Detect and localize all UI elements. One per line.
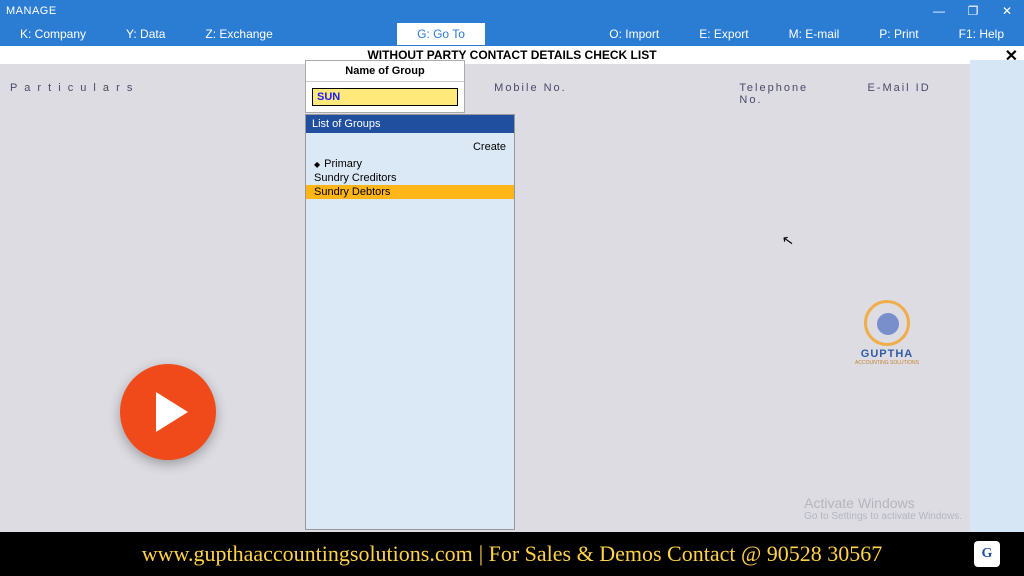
brand-tagline: ACCOUNTING SOLUTIONS — [852, 360, 922, 366]
create-group-link[interactable]: Create — [306, 133, 514, 157]
maximize-button[interactable]: ❐ — [956, 0, 990, 22]
activate-line1: Activate Windows — [804, 495, 962, 511]
window-close-button[interactable]: ✕ — [990, 0, 1024, 22]
group-item-sundry-creditors[interactable]: Sundry Creditors — [306, 171, 514, 185]
menu-goto[interactable]: G: Go To — [396, 22, 486, 46]
name-of-group-dialog: Name of Group SUN — [305, 60, 465, 113]
menu-data[interactable]: Y: Data — [106, 22, 185, 46]
banner-logo-icon: G — [974, 541, 1000, 567]
footer-banner: www.gupthaaccountingsolutions.com | For … — [0, 532, 1024, 576]
menu-company[interactable]: K: Company — [0, 22, 106, 46]
play-icon — [120, 364, 216, 460]
group-item-sundry-debtors[interactable]: Sundry Debtors — [306, 185, 514, 199]
report-title-bar: WITHOUT PARTY CONTACT DETAILS CHECK LIST… — [0, 46, 1024, 64]
menu-bar: K: Company Y: Data Z: Exchange G: Go To … — [0, 22, 1024, 46]
activate-line2: Go to Settings to activate Windows. — [804, 511, 962, 522]
col-particulars: P a r t i c u l a r s — [0, 82, 274, 106]
group-name-input[interactable]: SUN — [312, 88, 458, 106]
menu-import[interactable]: O: Import — [589, 22, 679, 46]
banner-contact: | For Sales & Demos Contact @ 90528 3056… — [479, 541, 883, 567]
window-controls: — ❐ ✕ — [922, 0, 1024, 22]
list-of-groups-panel: List of Groups Create Primary Sundry Cre… — [305, 114, 515, 530]
group-dialog-header: Name of Group — [306, 61, 464, 82]
title-bar: MANAGE — ❐ ✕ — [0, 0, 1024, 22]
play-button-overlay[interactable] — [120, 364, 210, 460]
brand-logo-icon — [864, 300, 910, 346]
banner-url: www.gupthaaccountingsolutions.com — [142, 541, 473, 567]
window-title: MANAGE — [6, 5, 57, 17]
minimize-button[interactable]: — — [922, 0, 956, 22]
menu-print[interactable]: P: Print — [859, 22, 938, 46]
menu-help[interactable]: F1: Help — [939, 22, 1024, 46]
brand-name: GUPTHA — [852, 348, 922, 360]
activate-windows-watermark: Activate Windows Go to Settings to activ… — [804, 495, 962, 522]
brand-watermark: GUPTHA ACCOUNTING SOLUTIONS — [852, 300, 922, 366]
group-item-primary[interactable]: Primary — [306, 157, 514, 171]
col-telephone: Telephone No. — [619, 82, 827, 106]
right-side-panel — [970, 60, 1024, 576]
menu-email[interactable]: M: E-mail — [769, 22, 860, 46]
menu-export[interactable]: E: Export — [679, 22, 768, 46]
list-panel-title: List of Groups — [306, 115, 514, 133]
menu-exchange[interactable]: Z: Exchange — [185, 22, 292, 46]
column-headers: P a r t i c u l a r s Mobile No. Telepho… — [0, 64, 1024, 112]
